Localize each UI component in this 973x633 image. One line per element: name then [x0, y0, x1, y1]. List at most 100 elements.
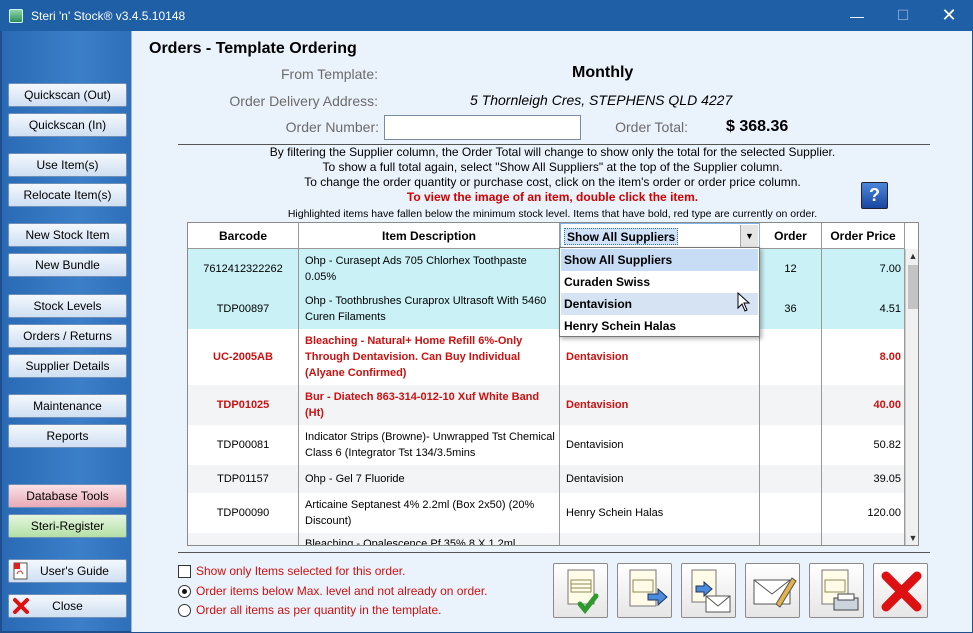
description-cell: Indicator Strips (Browne)- Unwrapped Tst…	[299, 425, 560, 465]
order-number-input[interactable]	[384, 115, 581, 140]
barcode-cell	[188, 533, 299, 545]
chevron-down-icon[interactable]: ▼	[740, 225, 758, 247]
edit-email-button[interactable]	[745, 563, 800, 618]
use-items-button[interactable]: Use Item(s)	[8, 153, 127, 177]
stock-levels-button[interactable]: Stock Levels	[8, 294, 127, 318]
dropdown-item-show-all[interactable]: Show All Suppliers	[561, 249, 758, 271]
supplier-cell	[560, 533, 760, 545]
table-row[interactable]: TDP00897 Ohp - Toothbrushes Curaprox Ult…	[188, 289, 905, 329]
help-button[interactable]: ?	[861, 182, 888, 209]
relocate-items-button[interactable]: Relocate Item(s)	[8, 183, 127, 207]
show-only-selected-option[interactable]: Show only Items selected for this order.	[178, 564, 405, 578]
quickscan-out-button[interactable]: Quickscan (Out)	[8, 83, 127, 107]
supplier-details-button[interactable]: Supplier Details	[8, 354, 127, 378]
main-panel: Orders - Template Ordering From Template…	[131, 31, 972, 632]
minimize-button[interactable]: —	[834, 0, 880, 31]
reports-button[interactable]: Reports	[8, 424, 127, 448]
delivery-address-label: Order Delivery Address:	[229, 93, 378, 109]
info-text: To change the order quantity or purchase…	[304, 175, 801, 189]
order-price-cell[interactable]	[822, 533, 905, 545]
dropdown-item-curaden-swiss[interactable]: Curaden Swiss	[561, 271, 758, 293]
close-window-button[interactable]: ✕	[926, 0, 972, 31]
table-row[interactable]: Bleaching - Opalescence Pf 35% 8 X 1.2ml	[188, 533, 905, 545]
order-below-max-radio[interactable]	[178, 584, 191, 598]
order-cell[interactable]	[760, 493, 822, 533]
table-row[interactable]: UC-2005AB Bleaching - Natural+ Home Refi…	[188, 329, 905, 385]
delivery-address-value: 5 Thornleigh Cres, STEPHENS QLD 4227	[470, 92, 733, 108]
description-cell: Ohp - Curasept Ads 705 Chlorhex Toothpas…	[299, 249, 560, 289]
table-row[interactable]: TDP00090 Articaine Septanest 4% 2.2ml (B…	[188, 493, 905, 533]
order-price-cell[interactable]: 4.51	[822, 289, 905, 329]
barcode-cell: TDP00081	[188, 425, 299, 465]
order-price-header[interactable]: Order Price	[822, 223, 905, 249]
scroll-up-icon[interactable]: ▲	[906, 249, 918, 263]
envelope-pencil-icon	[753, 577, 797, 608]
users-guide-label: User's Guide	[40, 564, 109, 578]
order-cell[interactable]: 12	[760, 249, 822, 289]
pdf-icon	[13, 562, 28, 580]
close-label: Close	[52, 599, 83, 613]
maintenance-button[interactable]: Maintenance	[8, 394, 127, 418]
print-order-button[interactable]	[809, 563, 864, 618]
orders-returns-button[interactable]: Orders / Returns	[8, 324, 127, 348]
order-cell[interactable]	[760, 465, 822, 493]
table-row[interactable]: TDP00081 Indicator Strips (Browne)- Unwr…	[188, 425, 905, 465]
description-cell: Articaine Septanest 4% 2.2ml (Box 2x50) …	[299, 493, 560, 533]
show-only-selected-checkbox[interactable]	[178, 564, 191, 578]
order-below-max-option[interactable]: Order items below Max. level and not alr…	[178, 584, 487, 598]
order-price-cell[interactable]: 120.00	[822, 493, 905, 533]
steri-register-button[interactable]: Steri-Register	[8, 514, 127, 538]
order-price-cell[interactable]: 7.00	[822, 249, 905, 289]
description-header[interactable]: Item Description	[299, 223, 560, 249]
supplier-filter-value: Show All Suppliers	[564, 228, 679, 245]
database-tools-button[interactable]: Database Tools	[8, 484, 127, 508]
order-all-items-option[interactable]: Order all items as per quantity in the t…	[178, 603, 441, 617]
email-order-button[interactable]	[681, 563, 736, 618]
maximize-button[interactable]: ☐	[880, 0, 926, 31]
red-x-icon	[881, 571, 922, 612]
order-price-cell[interactable]: 8.00	[822, 329, 905, 385]
supplier-filter-combo[interactable]: Show All Suppliers ▼	[560, 223, 760, 249]
table-row[interactable]: TDP01157 Ohp - Gel 7 Fluoride Dentavisio…	[188, 465, 905, 493]
dropdown-item-henry-schein-halas[interactable]: Henry Schein Halas	[561, 315, 758, 337]
invoice-check-icon	[567, 569, 599, 614]
order-price-cell[interactable]: 39.05	[822, 465, 905, 493]
new-stock-item-button[interactable]: New Stock Item	[8, 223, 127, 247]
dropdown-item-dentavision[interactable]: Dentavision	[561, 293, 758, 315]
from-template-value: Monthly	[572, 64, 634, 81]
table-row[interactable]: TDP01025 Bur - Diatech 863-314-012-10 Xu…	[188, 385, 905, 425]
order-total-label: Order Total:	[615, 119, 688, 135]
barcode-header[interactable]: Barcode	[188, 223, 299, 249]
order-all-items-radio[interactable]	[178, 603, 191, 617]
order-cell[interactable]	[760, 385, 822, 425]
users-guide-button[interactable]: User's Guide	[8, 559, 127, 583]
scroll-thumb[interactable]	[908, 265, 918, 309]
export-order-button[interactable]	[617, 563, 672, 618]
description-cell: Bur - Diatech 863-314-012-10 Xuf White B…	[299, 385, 560, 425]
order-price-cell[interactable]: 40.00	[822, 385, 905, 425]
scroll-down-icon[interactable]: ▼	[906, 531, 918, 545]
order-cell[interactable]: 36	[760, 289, 822, 329]
barcode-cell: TDP00090	[188, 493, 299, 533]
order-price-cell[interactable]: 50.82	[822, 425, 905, 465]
quickscan-in-button[interactable]: Quickscan (In)	[8, 113, 127, 137]
page-title: Orders - Template Ordering	[149, 40, 357, 57]
order-cell[interactable]	[760, 425, 822, 465]
supplier-cell: Dentavision	[560, 465, 760, 493]
order-header[interactable]: Order	[760, 223, 822, 249]
supplier-cell: Dentavision	[560, 385, 760, 425]
order-cell[interactable]	[760, 329, 822, 385]
mouse-cursor-icon	[737, 292, 751, 312]
new-bundle-button[interactable]: New Bundle	[8, 253, 127, 277]
invoice-printer-icon	[821, 569, 859, 611]
vertical-scrollbar[interactable]: ▲ ▼	[905, 249, 918, 545]
order-cell[interactable]	[760, 533, 822, 545]
info-text: By filtering the Supplier column, the Or…	[269, 145, 836, 159]
confirm-order-button[interactable]	[553, 563, 608, 618]
description-cell: Ohp - Toothbrushes Curaprox Ultrasoft Wi…	[299, 289, 560, 329]
table-row[interactable]: 7612412322262 Ohp - Curasept Ads 705 Chl…	[188, 249, 905, 289]
title-bar: Steri 'n' Stock® v3.4.5.10148 — ☐ ✕	[0, 0, 973, 31]
cancel-order-button[interactable]	[873, 563, 928, 618]
close-button[interactable]: Close	[8, 594, 127, 618]
invoice-email-icon	[691, 569, 731, 613]
